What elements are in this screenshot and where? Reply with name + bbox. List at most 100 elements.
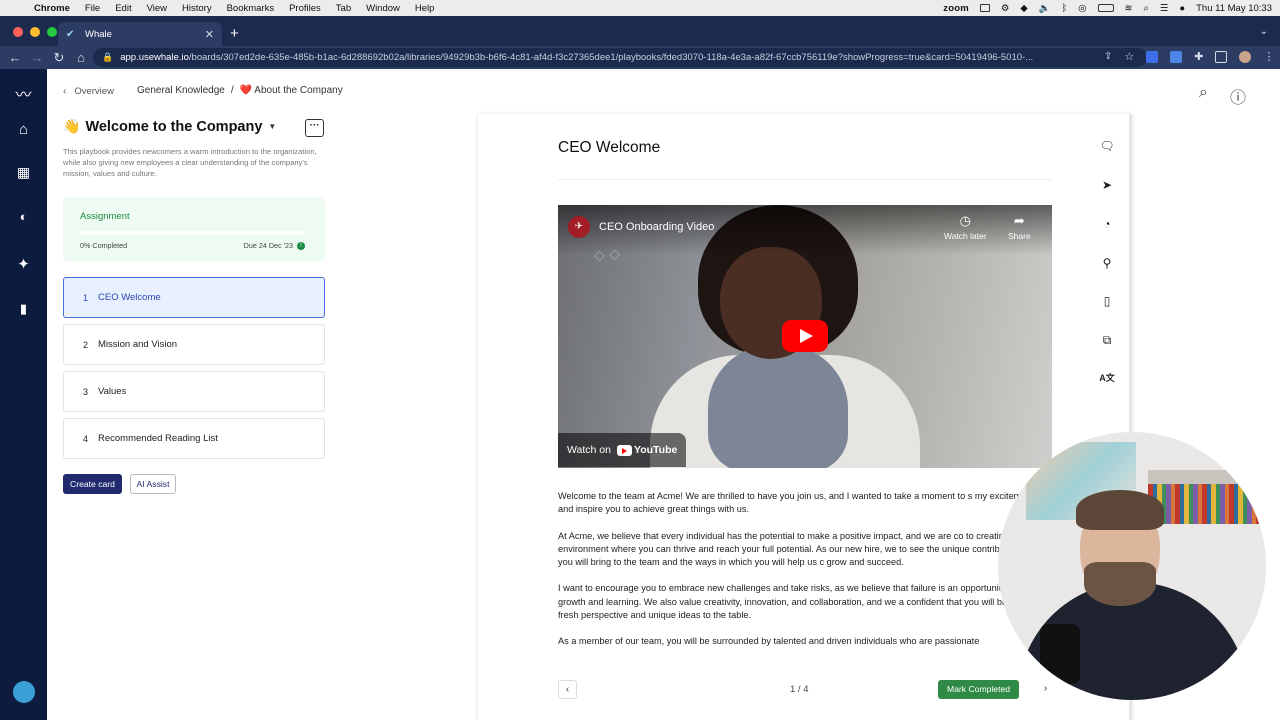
watch-later-button[interactable]: ◷ Watch later bbox=[944, 213, 987, 241]
new-tab-icon[interactable]: + bbox=[230, 25, 239, 42]
card-item-ceo-welcome[interactable]: 1 CEO Welcome bbox=[63, 277, 325, 318]
card-item-values[interactable]: 3 Values bbox=[63, 371, 325, 412]
minimize-window-button[interactable] bbox=[30, 27, 40, 37]
video-share-button[interactable]: ➦ Share bbox=[1008, 213, 1031, 241]
battery-icon[interactable] bbox=[1097, 4, 1114, 12]
send-icon[interactable]: ➤ bbox=[1098, 178, 1116, 194]
menu-help[interactable]: Help bbox=[415, 3, 435, 14]
bookmark-star-icon[interactable]: ☆ bbox=[1124, 50, 1134, 63]
whale-logo-icon[interactable]: 〰 bbox=[0, 81, 47, 105]
youtube-wordmark: YouTube bbox=[633, 444, 678, 456]
menu-profiles[interactable]: Profiles bbox=[289, 3, 321, 14]
maximize-window-button[interactable] bbox=[47, 27, 57, 37]
puzzle-extensions-icon[interactable]: ✚ bbox=[1194, 50, 1203, 63]
sparkle-icon[interactable]: ✦ bbox=[0, 255, 47, 273]
profile-avatar[interactable] bbox=[1239, 50, 1252, 63]
translate-icon[interactable]: A文 bbox=[1098, 371, 1116, 387]
settings-icon[interactable]: ⚙ bbox=[1001, 3, 1010, 14]
youtube-logo-icon: YouTube bbox=[616, 444, 678, 456]
bluetooth-icon[interactable]: ᛒ bbox=[1062, 3, 1068, 14]
create-card-button[interactable]: Create card bbox=[63, 474, 122, 494]
playbook-title-text: Welcome to the Company bbox=[85, 118, 263, 135]
playbook-title[interactable]: 👋 Welcome to the Company ▼ bbox=[63, 118, 276, 135]
card-item-mission-vision[interactable]: 2 Mission and Vision bbox=[63, 324, 325, 365]
play-button-icon[interactable] bbox=[782, 320, 828, 352]
youtube-play-glyph bbox=[616, 444, 632, 456]
brain-icon[interactable]: ◐ bbox=[0, 209, 47, 224]
chevron-left-icon: ‹ bbox=[63, 85, 67, 97]
volume-icon[interactable]: 🔈 bbox=[1039, 3, 1051, 14]
copy-icon[interactable]: ⧉ bbox=[1098, 333, 1116, 349]
breadcrumb-general-knowledge[interactable]: General Knowledge bbox=[137, 85, 225, 96]
search-icon[interactable]: ⌕ bbox=[1199, 84, 1213, 101]
video-title[interactable]: CEO Onboarding Video bbox=[599, 221, 714, 233]
breadcrumb-about-company[interactable]: ❤️ About the Company bbox=[240, 85, 343, 96]
browser-tab-whale[interactable]: ✔ Whale ✕ bbox=[58, 22, 222, 46]
menu-tab[interactable]: Tab bbox=[336, 3, 351, 14]
previous-card-button[interactable]: ‹ bbox=[558, 680, 577, 699]
page-header: ‹ Overview General Knowledge / ❤️ About … bbox=[47, 69, 1280, 114]
paragraph: At Acme, we believe that every individua… bbox=[558, 530, 1025, 568]
tab-search-chevron-icon[interactable]: ⌄ bbox=[1260, 26, 1268, 37]
channel-logo-icon[interactable]: ✈ bbox=[568, 216, 590, 238]
bookmark-icon[interactable]: ▯ bbox=[1098, 294, 1116, 310]
menu-bookmarks[interactable]: Bookmarks bbox=[227, 3, 275, 14]
embedded-video[interactable]: ◇ ◇ ✈ CEO Onboarding Video ◷ Watch later… bbox=[558, 205, 1052, 468]
info-icon[interactable]: ⓘ bbox=[1230, 84, 1246, 107]
macos-menu-bar: Chrome File Edit View History Bookmarks … bbox=[0, 0, 1280, 16]
progress-bar bbox=[80, 231, 305, 234]
control-center-icon[interactable]: ☰ bbox=[1160, 3, 1169, 14]
reload-icon[interactable]: ↻ bbox=[48, 50, 70, 66]
user-avatar[interactable] bbox=[0, 681, 47, 708]
clock[interactable]: Thu 11 May 10:33 bbox=[1196, 3, 1272, 14]
due-date-text: Due 24 Dec '23 bbox=[243, 241, 293, 250]
address-bar[interactable]: 🔒 app.usewhale.io /boards/307ed2de-635e-… bbox=[93, 48, 1147, 67]
menu-history[interactable]: History bbox=[182, 3, 212, 14]
dashboard-grid-icon[interactable]: ▦ bbox=[0, 164, 47, 181]
airplay-icon[interactable]: ◎ bbox=[1078, 3, 1086, 14]
webcam-overlay bbox=[998, 432, 1266, 700]
search-icon[interactable]: ⌕ bbox=[1144, 3, 1149, 14]
card-body-text: Welcome to the team at Acme! We are thri… bbox=[558, 490, 1036, 662]
breadcrumb-separator: / bbox=[230, 85, 234, 96]
screen-icon[interactable] bbox=[979, 4, 990, 12]
browser-toolbar: ← → ↻ ⌂ 🔒 app.usewhale.io /boards/307ed2… bbox=[0, 46, 1280, 69]
close-window-button[interactable] bbox=[13, 27, 23, 37]
zoom-status-item[interactable]: zoom bbox=[943, 3, 969, 14]
close-tab-icon[interactable]: ✕ bbox=[205, 28, 214, 41]
window-controls bbox=[13, 27, 57, 37]
comments-icon[interactable]: 🗨 bbox=[1098, 139, 1116, 155]
back-to-overview-link[interactable]: ‹ Overview bbox=[63, 84, 114, 98]
menu-edit[interactable]: Edit bbox=[115, 3, 131, 14]
watch-on-label: Watch on bbox=[567, 444, 611, 456]
home-icon[interactable]: ⌂ bbox=[70, 50, 92, 65]
browser-tab-strip: ✔ Whale ✕ + ⌄ bbox=[0, 16, 1280, 46]
browser-menu-icon[interactable]: ⋮ bbox=[1263, 50, 1274, 63]
more-options-button[interactable]: ··· bbox=[305, 119, 324, 137]
watch-on-youtube-button[interactable]: Watch on YouTube bbox=[558, 433, 687, 467]
ai-assist-button[interactable]: AI Assist bbox=[130, 474, 176, 494]
back-arrow-icon[interactable]: ← bbox=[4, 50, 26, 65]
paragraph: Welcome to the team at Acme! We are thri… bbox=[558, 491, 1035, 515]
side-panel-icon[interactable] bbox=[1215, 50, 1228, 63]
shield-icon[interactable]: ◆ bbox=[1020, 3, 1027, 14]
share-page-icon[interactable]: ⇪ bbox=[1104, 51, 1112, 62]
siri-icon[interactable]: ● bbox=[1179, 3, 1185, 14]
lock-icon: 🔒 bbox=[102, 52, 114, 62]
card-label: Values bbox=[98, 386, 127, 397]
lightbulb-icon[interactable]: ⚲ bbox=[1098, 256, 1116, 272]
analytics-icon[interactable]: ▮ bbox=[0, 301, 47, 317]
extension-icon[interactable] bbox=[1170, 50, 1183, 63]
card-item-reading-list[interactable]: 4 Recommended Reading List bbox=[63, 418, 325, 459]
menu-app-name[interactable]: Chrome bbox=[34, 3, 70, 14]
extension-icon[interactable] bbox=[1146, 50, 1159, 63]
mark-completed-button[interactable]: Mark Completed bbox=[938, 680, 1019, 699]
menu-file[interactable]: File bbox=[85, 3, 100, 14]
webcam-microphone bbox=[1040, 624, 1080, 684]
forward-arrow-icon[interactable]: → bbox=[26, 50, 48, 65]
menu-view[interactable]: View bbox=[147, 3, 167, 14]
menu-window[interactable]: Window bbox=[366, 3, 400, 14]
home-icon[interactable]: ⌂ bbox=[0, 121, 47, 138]
wifi-icon[interactable]: ≋ bbox=[1125, 3, 1133, 14]
analytics-pie-icon[interactable]: ◔ bbox=[1098, 217, 1116, 233]
